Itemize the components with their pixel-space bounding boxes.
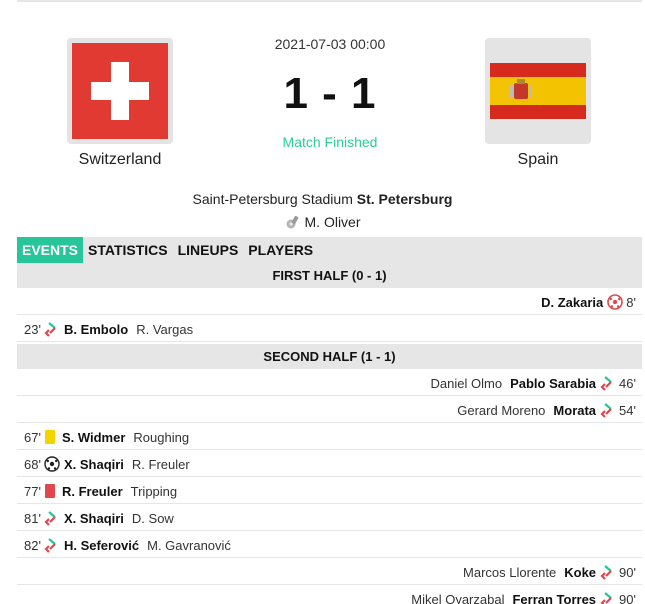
substitution-icon	[600, 564, 616, 580]
event-row: 77' R. Freuler Tripping	[17, 479, 642, 504]
event-player[interactable]: X. Shaqiri	[64, 511, 124, 526]
second-half-header: SECOND HALF (1 - 1)	[17, 344, 642, 369]
own-goal-ball-icon	[607, 294, 624, 310]
spain-flag-icon	[490, 63, 586, 119]
tab-lineups[interactable]: LINEUPS	[173, 237, 244, 263]
event-player[interactable]: Pablo Sarabia	[510, 376, 596, 391]
top-divider	[17, 0, 642, 2]
event-detail: M. Gavranović	[147, 537, 231, 553]
home-team-name: Switzerland	[78, 151, 162, 168]
event-minute: 23'	[24, 321, 41, 337]
events-list: FIRST HALF (0 - 1) D. Zakaria 8' 23' B. …	[17, 263, 642, 604]
event-minute: 82'	[24, 537, 41, 553]
whistle-icon	[286, 215, 298, 229]
event-player[interactable]: D. Zakaria	[541, 295, 603, 310]
event-minute: 46'	[619, 375, 636, 391]
event-detail: Gerard Moreno	[457, 402, 546, 418]
substitution-icon	[600, 591, 616, 604]
home-team[interactable]: Switzerland	[67, 38, 173, 168]
event-detail: R. Freuler	[131, 456, 190, 472]
event-player[interactable]: X. Shaqiri	[64, 457, 124, 472]
event-minute: 81'	[24, 510, 41, 526]
event-row: 68' X. Shaqiri R. Freuler	[17, 452, 642, 477]
event-player[interactable]: Morata	[553, 403, 596, 418]
tab-players[interactable]: PLAYERS	[243, 237, 318, 263]
event-player[interactable]: Ferran Torres	[512, 592, 596, 604]
venue-city: St. Petersburg	[356, 191, 453, 207]
event-row: 23' B. Embolo R. Vargas	[17, 317, 642, 342]
yellow-card-icon	[44, 430, 55, 444]
event-detail: D. Sow	[131, 510, 174, 526]
event-minute: 8'	[626, 294, 636, 310]
event-player[interactable]: B. Embolo	[64, 322, 128, 337]
event-detail: R. Vargas	[136, 321, 194, 337]
event-row: 81' X. Shaqiri D. Sow	[17, 506, 642, 531]
substitution-icon	[44, 537, 60, 553]
match-status: Match Finished	[282, 134, 378, 150]
event-player[interactable]: R. Freuler	[62, 484, 123, 499]
event-detail: Marcos Llorente	[463, 564, 557, 580]
event-detail: Tripping	[130, 483, 178, 499]
red-card-icon	[44, 484, 55, 498]
event-row: 82' H. Seferović M. Gavranović	[17, 533, 642, 558]
tab-events[interactable]: EVENTS	[17, 237, 84, 263]
substitution-icon	[44, 510, 60, 526]
event-minute: 54'	[619, 402, 636, 418]
event-minute: 67'	[24, 429, 41, 445]
event-player[interactable]: H. Seferović	[64, 538, 139, 553]
event-row: D. Zakaria 8'	[17, 290, 642, 315]
event-row: Marcos Llorente Koke 90'	[17, 560, 642, 585]
event-minute: 77'	[24, 483, 41, 499]
away-team[interactable]: Spain	[485, 38, 591, 168]
event-detail: Roughing	[133, 429, 190, 445]
venue-stadium: Saint-Petersburg Stadium	[192, 191, 353, 207]
substitution-icon	[600, 375, 616, 391]
event-row: 67' S. Widmer Roughing	[17, 425, 642, 450]
referee-name: M. Oliver	[304, 214, 361, 230]
match-datetime: 2021-07-03 00:00	[274, 36, 386, 52]
tab-statistics[interactable]: STATISTICS	[83, 237, 173, 263]
goal-ball-icon	[44, 456, 60, 472]
event-detail: Mikel Oyarzabal	[411, 591, 505, 604]
match-score: 1 - 1	[283, 69, 377, 118]
event-player[interactable]: Koke	[564, 565, 596, 580]
match-summary: 2021-07-03 00:00 1 - 1 Match Finished	[230, 36, 430, 150]
event-minute: 68'	[24, 456, 41, 472]
event-row: Daniel Olmo Pablo Sarabia 46'	[17, 371, 642, 396]
substitution-icon	[44, 321, 60, 337]
event-minute: 90'	[619, 564, 636, 580]
home-flag-box	[67, 38, 173, 144]
substitution-icon	[600, 402, 616, 418]
event-row: Gerard Moreno Morata 54'	[17, 398, 642, 423]
away-flag-box	[485, 38, 591, 144]
referee: M. Oliver	[0, 214, 645, 230]
tab-bar: EVENTS STATISTICS LINEUPS PLAYERS	[17, 237, 642, 263]
away-team-name: Spain	[517, 151, 559, 168]
event-player[interactable]: S. Widmer	[62, 430, 125, 445]
event-minute: 90'	[619, 591, 636, 604]
switzerland-flag-icon	[72, 43, 168, 139]
first-half-header: FIRST HALF (0 - 1)	[17, 263, 642, 288]
venue: Saint-Petersburg Stadium St. Petersburg	[0, 191, 645, 207]
event-row: Mikel Oyarzabal Ferran Torres 90'	[17, 587, 642, 604]
event-detail: Daniel Olmo	[430, 375, 503, 391]
